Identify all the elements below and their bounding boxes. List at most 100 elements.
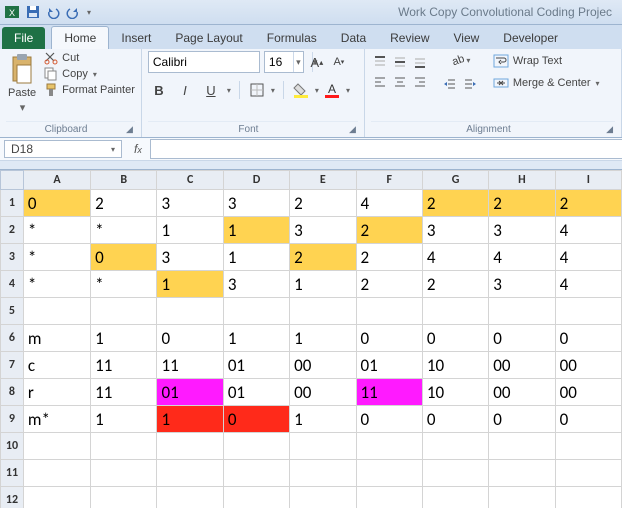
col-header-B[interactable]: B bbox=[91, 171, 157, 190]
format-painter-button[interactable]: Format Painter bbox=[44, 83, 135, 97]
row-header-6[interactable]: 6 bbox=[1, 325, 24, 352]
redo-icon[interactable] bbox=[66, 5, 80, 19]
font-color-button[interactable]: A bbox=[323, 81, 341, 99]
cell-D1[interactable]: 3 bbox=[223, 190, 289, 217]
increase-indent-icon[interactable] bbox=[461, 75, 479, 93]
cell-F10[interactable] bbox=[356, 433, 422, 460]
cell-E10[interactable] bbox=[290, 433, 356, 460]
tab-page-layout[interactable]: Page Layout bbox=[163, 27, 254, 49]
cell-E4[interactable]: 1 bbox=[290, 271, 356, 298]
cell-A10[interactable] bbox=[23, 433, 90, 460]
cell-D2[interactable]: 1 bbox=[223, 217, 289, 244]
font-size-combo[interactable]: ▾ bbox=[264, 51, 304, 73]
cell-D11[interactable] bbox=[223, 460, 289, 487]
cell-C12[interactable] bbox=[157, 487, 223, 508]
font-name-combo[interactable]: ▾ bbox=[148, 51, 260, 73]
tab-developer[interactable]: Developer bbox=[491, 27, 570, 49]
tab-file[interactable]: File bbox=[2, 27, 45, 49]
cell-A11[interactable] bbox=[23, 460, 90, 487]
cell-H9[interactable]: 0 bbox=[489, 406, 555, 433]
cell-G6[interactable]: 0 bbox=[422, 325, 488, 352]
cell-I9[interactable]: 0 bbox=[555, 406, 621, 433]
cell-G5[interactable] bbox=[422, 298, 488, 325]
cell-E9[interactable]: 1 bbox=[290, 406, 356, 433]
cell-I2[interactable]: 4 bbox=[555, 217, 621, 244]
decrease-font-icon[interactable]: A▾ bbox=[330, 53, 348, 71]
cell-E5[interactable] bbox=[290, 298, 356, 325]
cell-A3[interactable]: * bbox=[23, 244, 90, 271]
align-right-icon[interactable] bbox=[411, 73, 429, 91]
cell-C3[interactable]: 3 bbox=[157, 244, 223, 271]
cell-C7[interactable]: 11 bbox=[157, 352, 223, 379]
cell-C1[interactable]: 3 bbox=[157, 190, 223, 217]
align-middle-icon[interactable] bbox=[391, 53, 409, 71]
tab-review[interactable]: Review bbox=[378, 27, 441, 49]
cell-H12[interactable] bbox=[489, 487, 555, 508]
fill-color-button[interactable] bbox=[292, 81, 310, 99]
row-header-4[interactable]: 4 bbox=[1, 271, 24, 298]
tab-data[interactable]: Data bbox=[329, 27, 378, 49]
cell-H10[interactable] bbox=[489, 433, 555, 460]
cell-G9[interactable]: 0 bbox=[422, 406, 488, 433]
cut-button[interactable]: Cut bbox=[44, 51, 135, 65]
cell-E12[interactable] bbox=[290, 487, 356, 508]
cell-B1[interactable]: 2 bbox=[91, 190, 157, 217]
cell-F12[interactable] bbox=[356, 487, 422, 508]
cell-D7[interactable]: 01 bbox=[223, 352, 289, 379]
cell-F4[interactable]: 2 bbox=[356, 271, 422, 298]
col-header-G[interactable]: G bbox=[422, 171, 488, 190]
name-box[interactable]: D18 ▾ bbox=[4, 140, 122, 158]
cell-H3[interactable]: 4 bbox=[489, 244, 555, 271]
cell-I1[interactable]: 2 bbox=[555, 190, 621, 217]
cell-B2[interactable]: * bbox=[91, 217, 157, 244]
cell-H1[interactable]: 2 bbox=[489, 190, 555, 217]
cell-B6[interactable]: 1 bbox=[91, 325, 157, 352]
font-launcher-icon[interactable]: ◢ bbox=[349, 124, 356, 135]
clipboard-launcher-icon[interactable]: ◢ bbox=[126, 124, 133, 135]
cell-I5[interactable] bbox=[555, 298, 621, 325]
cell-G11[interactable] bbox=[422, 460, 488, 487]
cell-E1[interactable]: 2 bbox=[290, 190, 356, 217]
cell-E7[interactable]: 00 bbox=[290, 352, 356, 379]
cell-B5[interactable] bbox=[91, 298, 157, 325]
save-icon[interactable] bbox=[26, 5, 40, 19]
tab-home[interactable]: Home bbox=[51, 26, 109, 49]
formula-input[interactable] bbox=[150, 139, 622, 159]
cell-F2[interactable]: 2 bbox=[356, 217, 422, 244]
cell-D8[interactable]: 01 bbox=[223, 379, 289, 406]
cell-I10[interactable] bbox=[555, 433, 621, 460]
alignment-launcher-icon[interactable]: ◢ bbox=[606, 124, 613, 135]
cell-I8[interactable]: 00 bbox=[555, 379, 621, 406]
col-header-A[interactable]: A bbox=[23, 171, 90, 190]
col-header-C[interactable]: C bbox=[157, 171, 223, 190]
cell-I4[interactable]: 4 bbox=[555, 271, 621, 298]
cell-H7[interactable]: 00 bbox=[489, 352, 555, 379]
cell-E6[interactable]: 1 bbox=[290, 325, 356, 352]
cell-F1[interactable]: 4 bbox=[356, 190, 422, 217]
row-header-2[interactable]: 2 bbox=[1, 217, 24, 244]
cell-B11[interactable] bbox=[91, 460, 157, 487]
cell-C11[interactable] bbox=[157, 460, 223, 487]
cell-D12[interactable] bbox=[223, 487, 289, 508]
cell-F6[interactable]: 0 bbox=[356, 325, 422, 352]
cell-F5[interactable] bbox=[356, 298, 422, 325]
cell-G12[interactable] bbox=[422, 487, 488, 508]
chevron-down-icon[interactable]: ▾ bbox=[293, 52, 303, 72]
cell-D10[interactable] bbox=[223, 433, 289, 460]
bold-button[interactable]: B bbox=[148, 81, 170, 99]
cell-B3[interactable]: 0 bbox=[91, 244, 157, 271]
cell-F11[interactable] bbox=[356, 460, 422, 487]
cell-C10[interactable] bbox=[157, 433, 223, 460]
cell-B12[interactable] bbox=[91, 487, 157, 508]
cell-B7[interactable]: 11 bbox=[91, 352, 157, 379]
cell-H8[interactable]: 00 bbox=[489, 379, 555, 406]
paste-button[interactable]: Paste ▾ bbox=[6, 51, 38, 116]
select-all-corner[interactable] bbox=[1, 171, 24, 190]
cell-D4[interactable]: 3 bbox=[223, 271, 289, 298]
align-bottom-icon[interactable] bbox=[411, 53, 429, 71]
align-center-icon[interactable] bbox=[391, 73, 409, 91]
cell-I12[interactable] bbox=[555, 487, 621, 508]
decrease-indent-icon[interactable] bbox=[441, 75, 459, 93]
cell-B9[interactable]: 1 bbox=[91, 406, 157, 433]
cell-G8[interactable]: 10 bbox=[422, 379, 488, 406]
